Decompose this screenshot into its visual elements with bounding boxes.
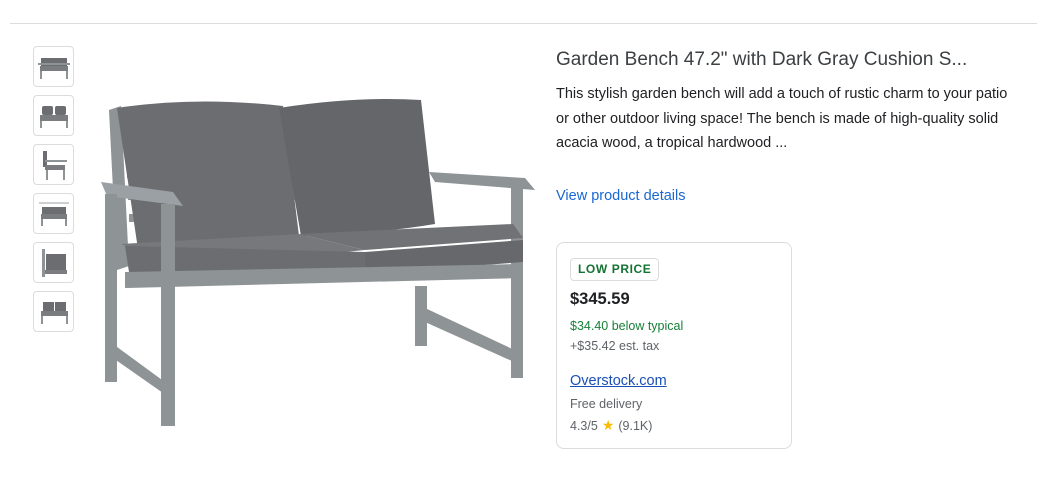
thumbnail-4[interactable] (33, 193, 74, 234)
thumbnail-3[interactable] (33, 144, 74, 185)
thumbnail-5[interactable] (33, 242, 74, 283)
review-count: (9.1K) (618, 418, 653, 433)
bench-back-thumbnail-icon (41, 248, 67, 277)
view-product-details-link[interactable]: View product details (556, 188, 686, 204)
delivery-info: Free delivery (570, 397, 643, 411)
estimated-tax: +$35.42 est. tax (570, 339, 660, 353)
rating-value: 4.3/5 (570, 418, 598, 433)
thumbnail-6[interactable] (33, 291, 74, 332)
product-main-image[interactable] (95, 96, 540, 436)
product-title: Garden Bench 47.2" with Dark Gray Cushio… (556, 49, 968, 70)
bench-angle-thumbnail-icon (40, 301, 68, 324)
merchant-rating: 4.3/5 ★ (9.1K) (570, 417, 652, 434)
bench-front-thumbnail-icon (37, 57, 70, 79)
merchant-link[interactable]: Overstock.com (570, 373, 667, 389)
bench-dimensions-thumbnail-icon (38, 202, 69, 226)
product-description: This stylish garden bench will add a tou… (556, 86, 1008, 151)
bench-side-thumbnail-icon (42, 150, 67, 180)
bench-cushions-thumbnail-icon (39, 105, 68, 128)
star-icon: ★ (601, 417, 615, 433)
thumbnail-strip (33, 46, 74, 340)
top-divider (10, 23, 1037, 24)
below-typical-text: $34.40 below typical (570, 319, 684, 333)
offer-card[interactable]: LOW PRICE $345.59 $34.40 below typical +… (556, 242, 792, 449)
thumbnail-1[interactable] (33, 46, 74, 87)
offer-price: $345.59 (570, 290, 630, 308)
low-price-badge: LOW PRICE (570, 258, 660, 281)
thumbnail-2[interactable] (33, 95, 74, 136)
